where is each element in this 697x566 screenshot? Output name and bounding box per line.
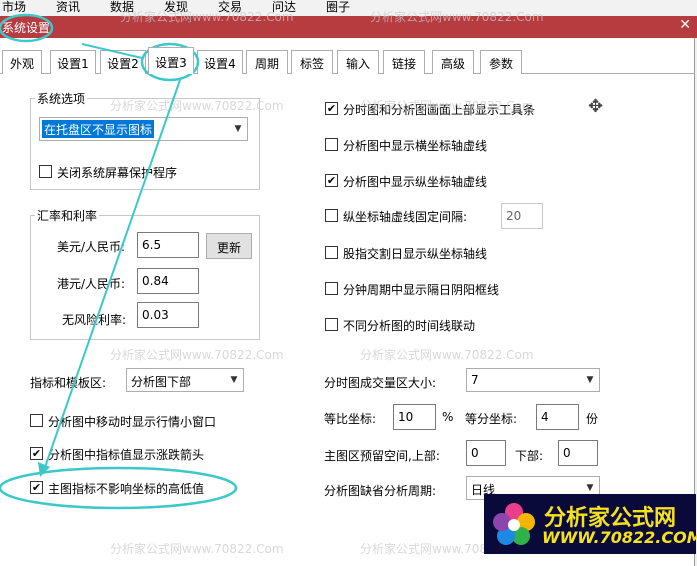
menu-ask[interactable]: 问达 <box>272 0 296 14</box>
tab-advanced[interactable]: 高级 <box>432 50 474 74</box>
tab-input[interactable]: 输入 <box>337 50 379 74</box>
menu-circle[interactable]: 圈子 <box>326 0 350 14</box>
mini-quote-window-label: 分析图中移动时显示行情小窗口 <box>48 415 217 429</box>
fixed-interval-label: 纵坐标轴虚线固定间隔: <box>343 210 468 224</box>
delivery-day-checkbox[interactable]: 股指交割日显示纵坐标轴线 <box>325 245 525 261</box>
checkbox-icon[interactable] <box>39 165 52 178</box>
equal-scale-label: 等分坐标: <box>465 412 518 426</box>
volume-area-label: 分时图成交量区大小: <box>324 376 437 390</box>
show-toolbar-checkbox[interactable]: ✔ 分时图和分析图画面上部显示工具条 <box>325 101 565 117</box>
close-icon[interactable]: ✕ <box>679 17 691 33</box>
main-indicator-scale-label: 主图指标不影响坐标的高低值 <box>48 482 205 496</box>
tray-icon-combo[interactable]: 在托盘区不显示图标 ▼ <box>39 117 248 141</box>
checkbox-checked-icon[interactable]: ✔ <box>30 481 43 494</box>
menu-discover[interactable]: 发现 <box>164 0 188 14</box>
tab-links[interactable]: 链接 <box>383 50 425 74</box>
tab-settings2[interactable]: 设置2 <box>100 50 146 74</box>
checkbox-icon[interactable] <box>325 318 338 331</box>
system-options-legend: 系统选项 <box>35 90 88 107</box>
usd-rate-label: 美元/人民币: <box>57 240 126 254</box>
indicator-panel-combo[interactable]: 分析图下部 ▼ <box>126 368 244 392</box>
indicator-panel-value: 分析图下部 <box>131 375 192 389</box>
exchange-rate-legend: 汇率和利率 <box>35 207 100 224</box>
move-cursor-icon: ✥ <box>588 96 604 117</box>
equal-scale-input[interactable]: 4 <box>536 404 579 430</box>
ratio-scale-label: 等比坐标: <box>324 412 377 426</box>
reserve-top-input[interactable]: 0 <box>466 440 506 466</box>
checkbox-icon[interactable] <box>325 246 338 259</box>
equal-unit: 份 <box>586 412 599 426</box>
volume-area-combo[interactable]: 7 ▼ <box>466 368 600 392</box>
mini-quote-window-checkbox[interactable]: 分析图中移动时显示行情小窗口 <box>30 413 250 429</box>
checkbox-checked-icon[interactable]: ✔ <box>325 102 338 115</box>
updown-arrow-label: 分析图中指标值显示涨跌箭头 <box>48 448 205 462</box>
fixed-interval-input[interactable]: 20 <box>501 203 543 229</box>
tray-icon-combo-value: 在托盘区不显示图标 <box>42 120 155 138</box>
reserve-bottom-label: 下部: <box>515 449 544 463</box>
horizontal-gridline-label: 分析图中显示横坐标轴虚线 <box>343 139 488 153</box>
indicator-panel-label: 指标和模板区: <box>30 376 107 390</box>
overnight-frame-checkbox[interactable]: 分钟周期中显示隔日阴阳框线 <box>325 281 525 297</box>
reserve-top-label: 主图区预留空间,上部: <box>324 449 440 463</box>
checkbox-checked-icon[interactable]: ✔ <box>325 174 338 187</box>
chevron-down-icon[interactable]: ▼ <box>225 369 243 391</box>
menu-bar: 市场 资讯 数据 发现 交易 问达 圈子 <box>0 0 697 16</box>
tab-period[interactable]: 周期 <box>246 50 288 74</box>
logo-url: WWW.70822.COM <box>542 528 697 547</box>
delivery-day-label: 股指交割日显示纵坐标轴线 <box>343 247 488 261</box>
chevron-down-icon[interactable]: ▼ <box>229 118 247 140</box>
main-indicator-scale-checkbox[interactable]: ✔ 主图指标不影响坐标的高低值 <box>30 480 250 496</box>
checkbox-icon[interactable] <box>325 209 338 222</box>
dialog-title-bar[interactable]: 系统设置 ✕ <box>0 16 697 38</box>
usd-rate-input[interactable]: 6.5 <box>137 232 199 258</box>
tab-settings4[interactable]: 设置4 <box>197 50 243 74</box>
menu-trade[interactable]: 交易 <box>218 0 242 14</box>
checkbox-icon[interactable] <box>325 282 338 295</box>
tab-labels[interactable]: 标签 <box>291 50 333 74</box>
riskfree-rate-input[interactable]: 0.03 <box>137 302 199 328</box>
vertical-gridline-checkbox[interactable]: ✔ 分析图中显示纵坐标轴虚线 <box>325 173 525 189</box>
reserve-bottom-input[interactable]: 0 <box>558 440 598 466</box>
menu-market[interactable]: 市场 <box>2 0 26 14</box>
menu-news[interactable]: 资讯 <box>56 0 80 14</box>
vertical-gridline-label: 分析图中显示纵坐标轴虚线 <box>343 175 488 189</box>
timeline-link-label: 不同分析图的时间线联动 <box>343 319 476 333</box>
hkd-rate-label: 港元/人民币: <box>57 277 126 291</box>
checkbox-icon[interactable] <box>325 138 338 151</box>
updown-arrow-checkbox[interactable]: ✔ 分析图中指标值显示涨跌箭头 <box>30 446 250 462</box>
chevron-down-icon[interactable]: ▼ <box>581 369 599 391</box>
hkd-rate-input[interactable]: 0.84 <box>137 268 199 294</box>
tab-appearance[interactable]: 外观 <box>2 50 42 74</box>
checkbox-checked-icon[interactable]: ✔ <box>30 447 43 460</box>
site-logo: 分析家公式网 WWW.70822.COM <box>484 494 697 554</box>
update-rate-button[interactable]: 更新 <box>206 233 252 259</box>
tab-params[interactable]: 参数 <box>480 50 522 74</box>
menu-data[interactable]: 数据 <box>110 0 134 14</box>
show-toolbar-label: 分时图和分析图画面上部显示工具条 <box>343 103 536 117</box>
horizontal-gridline-checkbox[interactable]: 分析图中显示横坐标轴虚线 <box>325 137 525 153</box>
tab-settings3[interactable]: 设置3 <box>148 47 194 74</box>
checkbox-icon[interactable] <box>30 414 43 427</box>
ratio-scale-input[interactable]: 10 <box>393 404 436 430</box>
ratio-unit: % <box>442 410 454 424</box>
riskfree-rate-label: 无风险利率: <box>62 313 127 327</box>
dialog-title: 系统设置 <box>2 21 51 35</box>
flower-logo-icon <box>493 503 535 545</box>
timeline-link-checkbox[interactable]: 不同分析图的时间线联动 <box>325 317 525 333</box>
overnight-frame-label: 分钟周期中显示隔日阴阳框线 <box>343 283 500 297</box>
tab-settings1[interactable]: 设置1 <box>50 50 96 74</box>
fixed-interval-checkbox[interactable]: 纵坐标轴虚线固定间隔: <box>325 208 495 224</box>
volume-area-value: 7 <box>471 373 479 387</box>
disable-screensaver-label: 关闭系统屏幕保护程序 <box>57 166 178 180</box>
disable-screensaver-checkbox[interactable]: 关闭系统屏幕保护程序 <box>39 164 239 180</box>
default-period-label: 分析图缺省分析周期: <box>324 484 437 498</box>
